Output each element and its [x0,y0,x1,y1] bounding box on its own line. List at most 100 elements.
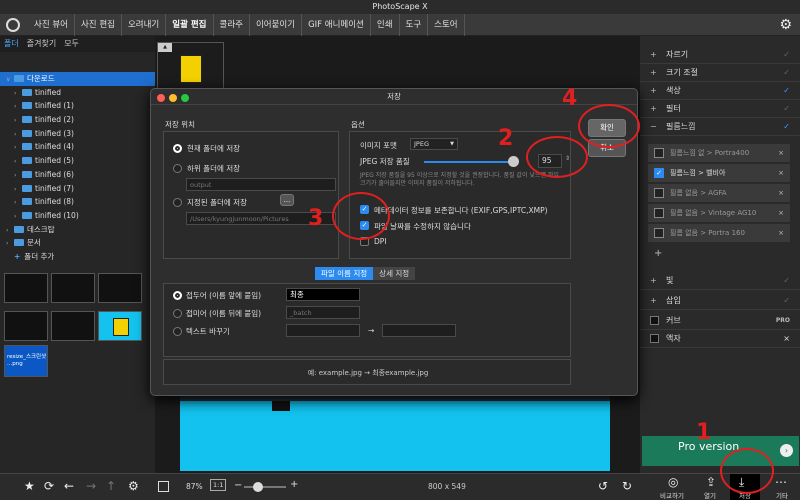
film-checkbox[interactable]: ✓ [654,168,664,178]
adjust-item-frame[interactable]: 액자 × [640,330,800,348]
prefix-input[interactable]: 최종 [286,288,360,301]
checkmark-icon[interactable]: ✓ [783,64,790,82]
jpeg-quality-slider[interactable] [424,156,519,167]
subtab-favorites[interactable]: 즐겨찾기 [23,36,60,52]
tree-item-tinified-10[interactable]: › tinified (10) [0,209,155,223]
zoom-window-icon[interactable] [181,94,189,102]
radio-specified-folder[interactable] [173,198,182,207]
close-icon[interactable]: × [778,144,784,162]
suffix-input[interactable]: _batch [286,306,360,319]
tree-item-desktop[interactable]: › 데스크탑 [0,223,155,237]
jpeg-quality-slider-thumb[interactable] [508,156,519,167]
zoom-slider[interactable] [244,482,286,492]
fit-view-icon[interactable] [158,481,169,492]
tree-item-tinified-1[interactable]: › tinified (1) [0,99,155,113]
compare-button-label[interactable]: 비교하기 [652,490,692,500]
tab-photo-viewer[interactable]: 사진 뷰어 [28,14,75,36]
tab-combine[interactable]: 이어붙이기 [250,14,303,36]
zoom-slider-thumb[interactable] [253,482,263,492]
zoom-in-icon[interactable]: + [290,479,298,490]
refresh-icon[interactable]: ⟳ [44,479,54,493]
tree-item-tinified-6[interactable]: › tinified (6) [0,168,155,182]
subfolder-input[interactable]: output [186,178,336,191]
more-button-label[interactable]: 기타 [762,490,800,500]
close-icon[interactable]: × [778,224,784,242]
replace-from-input[interactable] [286,324,360,337]
frame-checkbox[interactable] [650,334,659,343]
radio-prefix[interactable] [173,291,182,300]
star-icon[interactable]: ★ [24,479,35,493]
curve-checkbox[interactable] [650,316,659,325]
adjust-item-film[interactable]: − 필름느낌 ✓ [640,118,800,136]
radio-subfolder[interactable] [173,164,182,173]
tree-item-tinified-2[interactable]: › tinified (2) [0,113,155,127]
tree-item-tinified-5[interactable]: › tinified (5) [0,154,155,168]
film-row[interactable]: 필름 없음 > Portra 160 × [648,224,790,242]
checkmark-icon[interactable]: ✓ [783,292,790,310]
tab-print[interactable]: 인쇄 [371,14,400,36]
checkmark-icon[interactable]: ✓ [783,100,790,118]
photo-thumbnail[interactable]: resize_스크린샷 ...png [4,345,48,377]
film-row[interactable]: ✓ 필름느낌 > 벨비아 × [648,164,790,182]
close-icon[interactable]: × [783,330,790,348]
actual-size-button[interactable]: 1:1 [210,479,227,491]
up-arrow-icon[interactable]: ↑ [106,479,116,493]
tree-item-tinified-7[interactable]: › tinified (7) [0,182,155,196]
close-icon[interactable]: × [778,184,784,202]
back-arrow-icon[interactable]: ← [64,479,74,493]
adjust-item-filter[interactable]: + 필터 ✓ [640,100,800,118]
adjust-item-color[interactable]: + 색상 ✓ [640,82,800,100]
film-checkbox[interactable] [654,228,664,238]
image-format-select[interactable]: JPEG ▼ [410,138,458,150]
photo-thumbnail[interactable] [51,311,95,341]
rotate-left-icon[interactable]: ↺ [598,479,608,493]
adjust-item-insert[interactable]: + 삽입 ✓ [640,292,800,310]
settings-gear-icon[interactable]: ⚙ [779,17,792,33]
tab-filename[interactable]: 파일 이름 지정 [315,267,374,280]
tab-detail-settings[interactable]: 상세 지정 [373,267,416,280]
radio-suffix[interactable] [173,309,182,318]
minimize-window-icon[interactable] [169,94,177,102]
open-button-label[interactable]: 열기 [690,490,730,500]
film-row[interactable]: 필름 없음 > Vintage AG10 × [648,204,790,222]
tab-collage[interactable]: 콜라주 [214,14,250,36]
open-icon[interactable]: ⇪ [706,475,716,489]
checkmark-icon[interactable]: ✓ [783,118,790,136]
add-film-button[interactable]: + [654,248,662,259]
close-icon[interactable]: × [778,204,784,222]
tree-item-tinified-3[interactable]: › tinified (3) [0,127,155,141]
radio-current-folder[interactable] [173,144,182,153]
tree-item-tinified-4[interactable]: › tinified (4) [0,140,155,154]
compare-icon[interactable]: ◎ [668,475,678,489]
browse-button[interactable]: ... [280,194,294,206]
adjust-item-light[interactable]: + 빛 ✓ [640,272,800,290]
forward-arrow-icon[interactable]: → [86,479,96,493]
rotate-right-icon[interactable]: ↻ [622,479,632,493]
subtab-folders[interactable]: 폴더 [0,36,23,52]
film-row[interactable]: 필름느낌 없 > Portra400 × [648,144,790,162]
tab-cutout[interactable]: 오려내기 [122,14,167,36]
settings-gear-icon[interactable]: ⚙ [128,479,139,493]
pro-version-banner[interactable]: Pro version › [642,436,799,466]
photo-thumbnail[interactable] [4,311,48,341]
close-icon[interactable]: × [778,164,784,182]
tab-batch-edit[interactable]: 일괄 편집 [166,14,214,36]
preview-thumbnail[interactable]: ▲ [157,42,224,92]
tree-item-downloads[interactable]: ∨ 다운로드 [0,72,155,86]
checkmark-icon[interactable]: ✓ [783,272,790,290]
film-checkbox[interactable] [654,188,664,198]
radio-replace-text[interactable] [173,327,182,336]
close-window-icon[interactable] [157,94,165,102]
subtab-all[interactable]: 모두 [60,36,83,52]
zoom-out-icon[interactable]: − [234,480,242,491]
tab-store[interactable]: 스토어 [428,14,465,36]
tab-gif-animation[interactable]: GIF 애니메이션 [302,14,371,36]
tab-tools[interactable]: 도구 [400,14,429,36]
tab-photo-edit[interactable]: 사진 편집 [75,14,122,36]
checkmark-icon[interactable]: ✓ [783,46,790,64]
photo-thumbnail[interactable] [98,273,142,303]
adjust-item-curve[interactable]: 커브 PRO [640,312,800,330]
adjust-item-crop[interactable]: + 자르기 ✓ [640,46,800,64]
add-folder-button[interactable]: + 폴더 추가 [0,250,155,264]
tree-item-tinified[interactable]: › tinified [0,86,155,100]
